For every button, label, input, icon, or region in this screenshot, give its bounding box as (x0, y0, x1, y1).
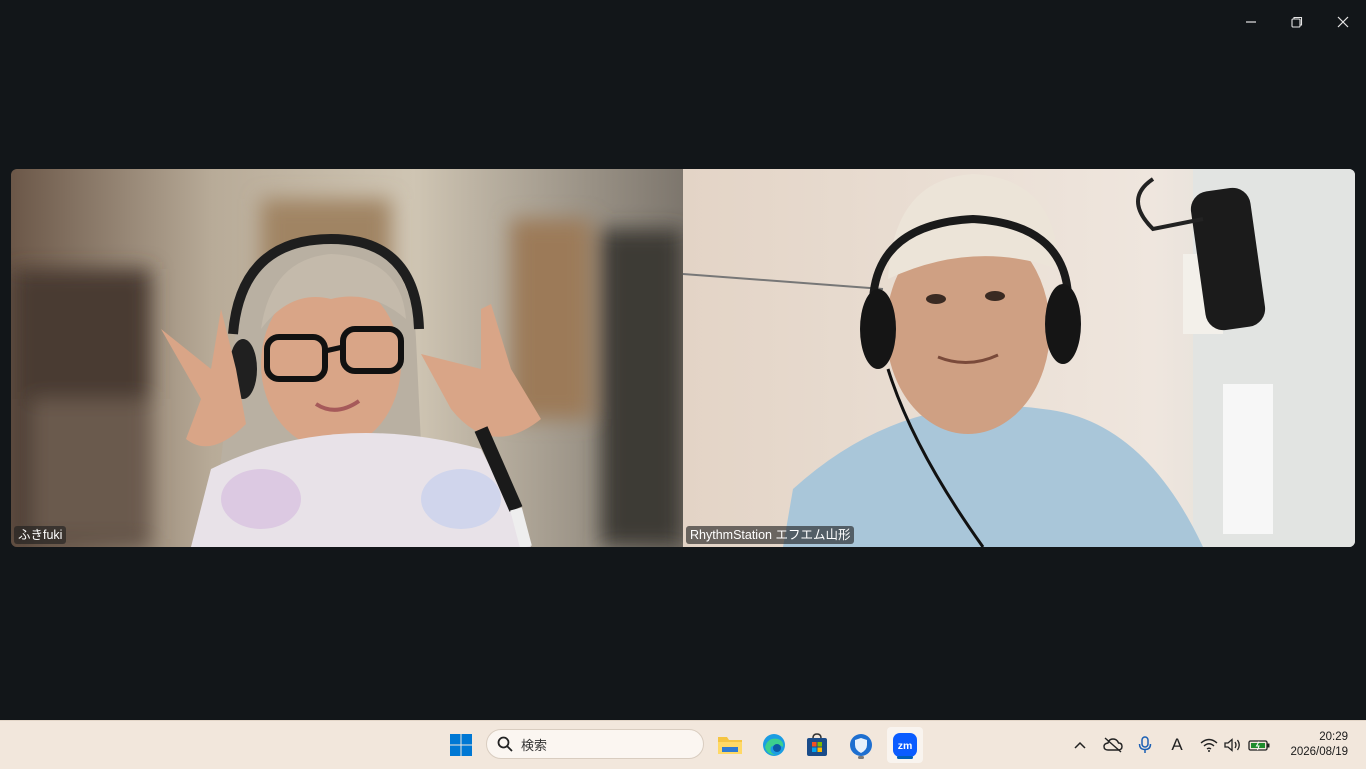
microphone-button[interactable] (1133, 733, 1157, 757)
restore-button[interactable] (1274, 4, 1320, 40)
battery-button[interactable] (1247, 733, 1271, 757)
chevron-up-icon (1074, 741, 1086, 749)
clock-time: 20:29 (1319, 731, 1348, 743)
search-icon (497, 736, 513, 752)
edge-button[interactable] (756, 727, 792, 763)
battery-icon (1248, 740, 1270, 751)
network-button[interactable] (1197, 733, 1221, 757)
start-button[interactable] (443, 727, 479, 763)
participant-name-label: ふきfuki (14, 526, 67, 544)
participant-name-label: RhythmStation エフエム山形 (686, 526, 855, 544)
file-explorer-icon (718, 737, 742, 754)
store-button[interactable] (799, 727, 835, 763)
wifi-icon (1200, 738, 1218, 752)
active-indicator (897, 756, 913, 759)
show-hidden-icons-button[interactable] (1068, 733, 1092, 757)
video-tile-fuki[interactable]: ふきfuki (11, 169, 683, 547)
participant-video-fuki (11, 169, 683, 547)
minimize-button[interactable] (1228, 4, 1274, 40)
file-explorer-button[interactable] (712, 727, 748, 763)
ime-indicator[interactable]: A (1165, 733, 1189, 757)
volume-button[interactable] (1221, 733, 1245, 757)
close-icon (1337, 16, 1349, 28)
close-button[interactable] (1320, 4, 1366, 40)
restore-icon (1291, 16, 1303, 28)
participant-video-rhythmstation (683, 169, 1355, 547)
store-icon (807, 733, 827, 756)
zoom-icon: zm (893, 733, 917, 757)
security-icon (850, 734, 872, 756)
video-tile-rhythmstation[interactable]: RhythmStation エフエム山形 (683, 169, 1355, 547)
search-placeholder: 検索 (521, 737, 548, 753)
clock-date: 2026/08/19 (1290, 746, 1348, 758)
clock[interactable]: 20:29 2026/08/19 (1290, 730, 1348, 760)
svg-text:zm: zm (898, 740, 913, 752)
volume-icon (1224, 738, 1240, 752)
microphone-icon (1138, 736, 1152, 753)
minimize-icon (1246, 21, 1256, 23)
windows-start-icon (450, 734, 472, 756)
ime-icon: A (1171, 735, 1183, 754)
taskbar-search[interactable]: 検索 (486, 729, 704, 759)
cloud-off-icon (1103, 737, 1123, 753)
zoom-button[interactable]: zm (887, 727, 923, 763)
edge-icon (763, 734, 785, 756)
onedrive-button[interactable] (1101, 733, 1125, 757)
taskbar: 検索 zm A 20:29 2026/08/19 (0, 720, 1366, 769)
running-indicator (858, 756, 864, 759)
security-button[interactable] (843, 727, 879, 763)
